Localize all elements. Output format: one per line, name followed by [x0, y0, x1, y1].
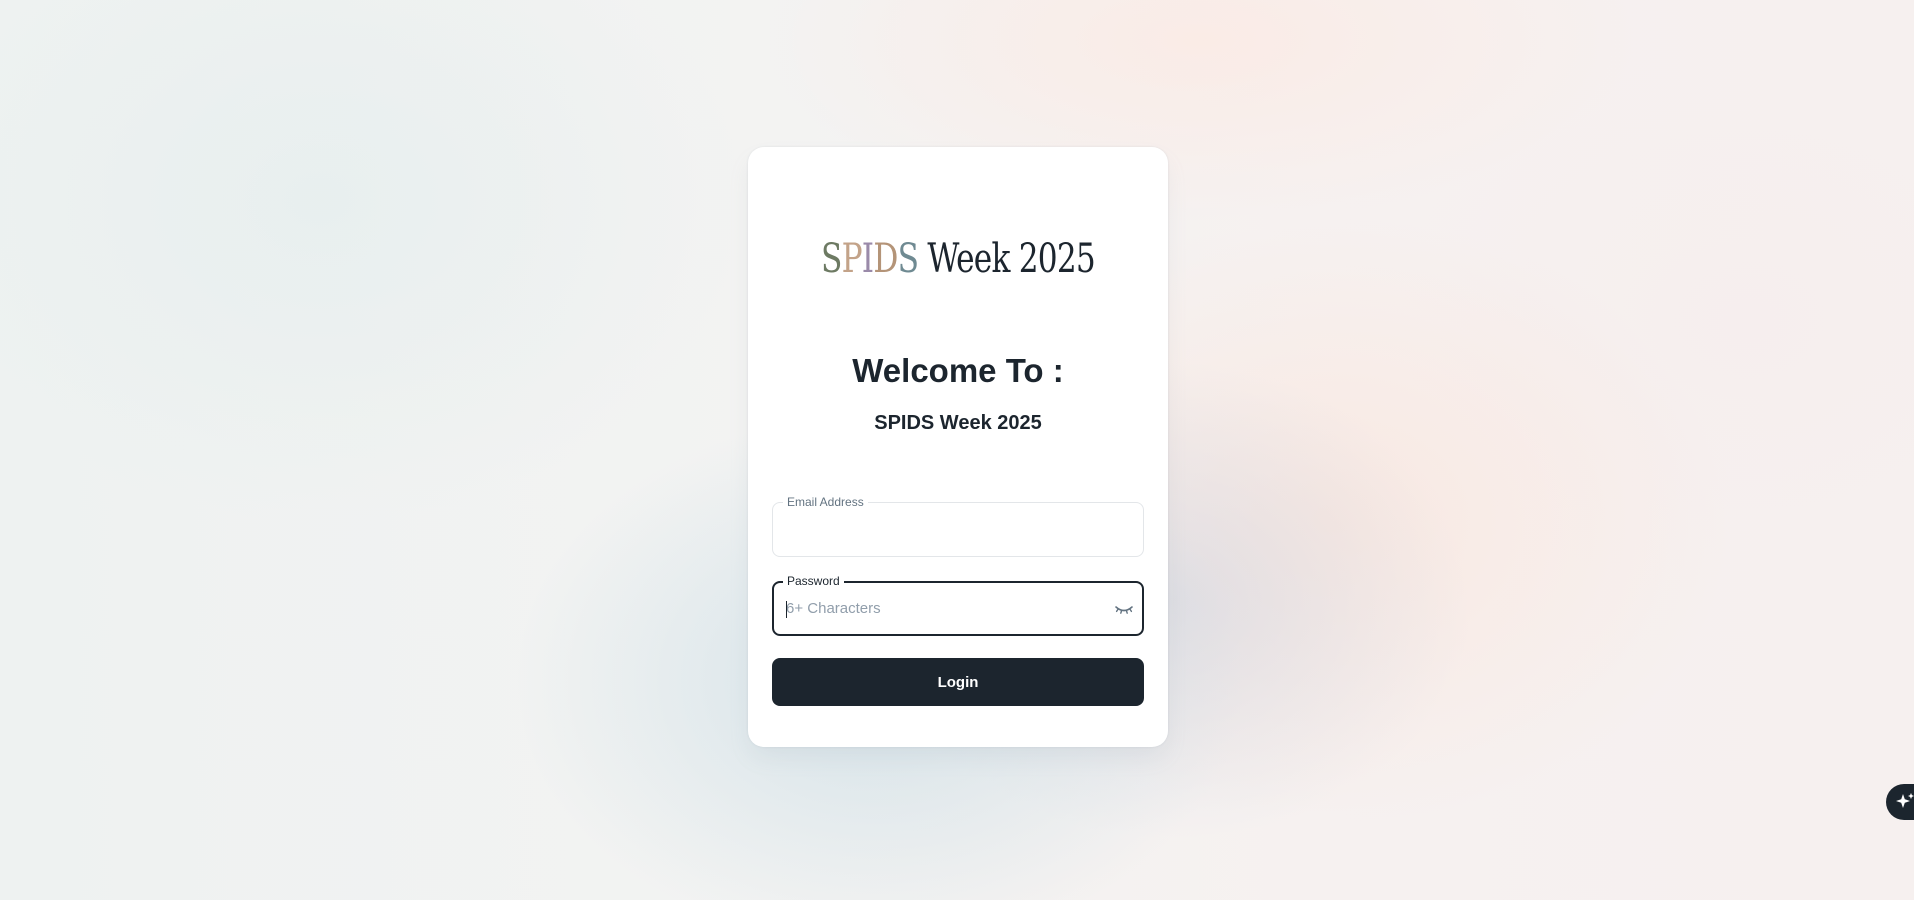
password-input[interactable]	[774, 583, 1142, 634]
text-caret	[786, 601, 787, 618]
logo-text-rest: Week 2025	[918, 236, 1095, 282]
welcome-heading: Welcome To :	[852, 352, 1064, 389]
logo-letter: P	[841, 236, 863, 282]
password-field[interactable]: Password	[772, 574, 1144, 636]
eye-closed-icon[interactable]	[1114, 601, 1134, 617]
login-card: SPIDS Week 2025 Welcome To : SPIDS Week …	[748, 147, 1168, 747]
sparkle-icon	[1896, 793, 1914, 808]
event-name: SPIDS Week 2025	[874, 412, 1042, 434]
assistant-fab[interactable]	[1886, 784, 1914, 820]
email-field[interactable]: Email Address	[772, 495, 1144, 557]
logo-letter: S	[897, 236, 919, 282]
brand-logo: SPIDS Week 2025	[794, 235, 1122, 283]
email-input[interactable]	[773, 503, 1143, 556]
logo-letter: I	[861, 236, 874, 282]
login-button[interactable]: Login	[772, 658, 1144, 706]
logo-letter: S	[820, 236, 842, 282]
logo-letter: D	[873, 236, 898, 282]
